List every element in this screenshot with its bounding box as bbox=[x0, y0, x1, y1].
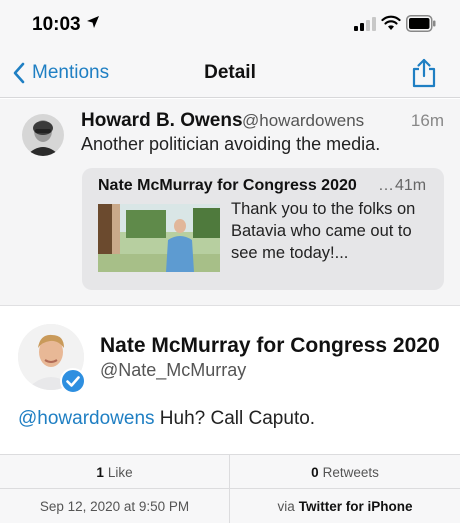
battery-icon bbox=[406, 15, 436, 32]
retweets-stat[interactable]: 0 Retweets bbox=[230, 455, 460, 489]
via-prefix: via bbox=[277, 498, 295, 514]
main-tweet: Nate McMurray for Congress 2020 @Nate_Mc… bbox=[0, 306, 460, 454]
status-time: 10:03 bbox=[32, 14, 81, 35]
quoted-tweet-image[interactable] bbox=[98, 204, 220, 272]
likes-stat[interactable]: 1 Like bbox=[0, 455, 230, 489]
quoted-tweet-text: Thank you to the folks on Batavia who ca… bbox=[231, 200, 416, 262]
tweet-source[interactable]: via Twitter for iPhone bbox=[230, 489, 460, 523]
quoted-photo-image bbox=[98, 204, 220, 272]
tweet-stats: 1 Like 0 Retweets Sep 12, 2020 at 9:50 P… bbox=[0, 454, 460, 523]
tweet-text: Another politician avoiding the media. bbox=[81, 134, 381, 154]
signal-bars-icon bbox=[354, 17, 376, 31]
tweet-date: Sep 12, 2020 at 9:50 PM bbox=[0, 489, 230, 523]
likes-count: 1 bbox=[96, 464, 104, 480]
stats-row-meta: Sep 12, 2020 at 9:50 PM via Twitter for … bbox=[0, 489, 460, 523]
tweet-date-text: Sep 12, 2020 at 9:50 PM bbox=[39, 498, 190, 514]
author-name[interactable]: Howard B. Owens bbox=[81, 110, 243, 132]
author-handle[interactable]: @howardowens bbox=[242, 111, 364, 131]
retweets-count: 0 bbox=[311, 464, 319, 480]
quoted-name-ellipsis: … bbox=[378, 177, 394, 194]
quoted-tweet-time: 41m bbox=[395, 177, 427, 194]
status-bar: 10:03 bbox=[0, 0, 460, 48]
author-name[interactable]: Nate McMurray for Congress 2020 bbox=[100, 334, 440, 358]
quoted-tweet-card[interactable]: Nate McMurray for Congress 2020 … 41m Th… bbox=[82, 168, 444, 290]
page-title: Detail bbox=[204, 62, 256, 83]
avatar[interactable] bbox=[22, 114, 64, 156]
share-icon[interactable] bbox=[410, 58, 438, 88]
stats-row-engagement: 1 Like 0 Retweets bbox=[0, 455, 460, 489]
wifi-icon bbox=[381, 15, 401, 30]
retweets-label: Retweets bbox=[322, 464, 379, 480]
tweet-body-text: Huh? Call Caputo. bbox=[154, 408, 316, 429]
tweet-text: @howardowens Huh? Call Caputo. bbox=[18, 408, 315, 430]
verified-badge-icon bbox=[60, 368, 86, 394]
navigation-bar: Mentions Detail bbox=[0, 48, 460, 98]
parent-tweet[interactable]: Howard B. Owens @howardowens 16m Another… bbox=[0, 99, 460, 306]
location-arrow-icon bbox=[87, 16, 99, 28]
likes-label: Like bbox=[107, 464, 133, 480]
author-handle[interactable]: @Nate_McMurray bbox=[100, 360, 246, 381]
tweet-time: 16m bbox=[410, 111, 444, 130]
mention-link[interactable]: @howardowens bbox=[18, 408, 155, 429]
source-app: Twitter for iPhone bbox=[298, 498, 413, 514]
avatar-photo-image bbox=[22, 114, 64, 156]
quoted-author-name: Nate McMurray for Congress 2020 bbox=[98, 177, 357, 194]
